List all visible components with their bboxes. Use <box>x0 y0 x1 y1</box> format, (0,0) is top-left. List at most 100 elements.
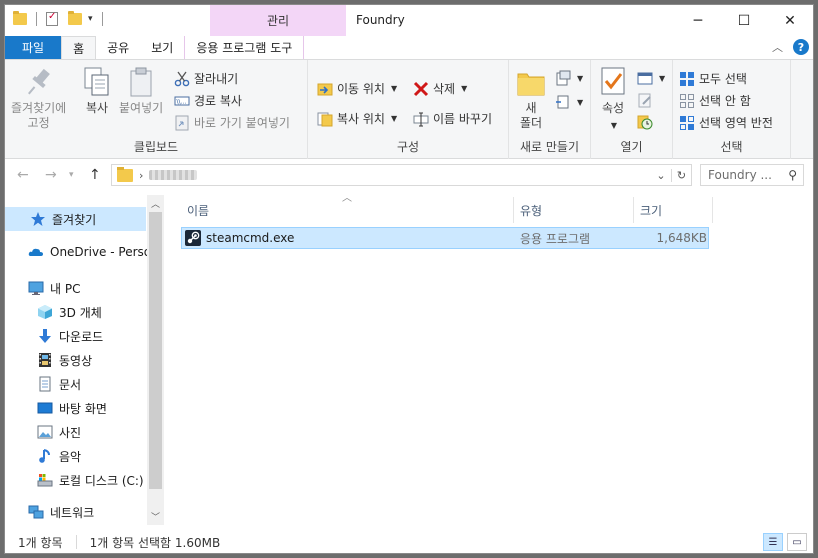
column-header-type[interactable]: 유형 <box>514 197 634 223</box>
nav-label: 동영상 <box>59 353 93 368</box>
nav-item-downloads[interactable]: 다운로드 <box>5 324 103 348</box>
scroll-down-icon[interactable]: ﹀ <box>147 508 164 525</box>
minimize-button[interactable]: ─ <box>675 5 721 36</box>
manage-tab-header: 관리 <box>210 5 346 36</box>
open-dropdown-icon: ▼ <box>659 73 666 83</box>
paste-shortcut-button[interactable]: 바로 가기 붙여넣기 <box>174 114 290 131</box>
pin-to-quick-access-button[interactable]: 즐겨찾기에 고정 <box>11 66 66 131</box>
copy-to-icon <box>317 111 333 127</box>
details-view-icon[interactable]: ☰ <box>763 533 783 551</box>
select-none-button[interactable]: 선택 안 함 <box>679 92 751 109</box>
properties-button[interactable]: 속성 ▼ <box>597 66 629 133</box>
tab-application-tools[interactable]: 응용 프로그램 도구 <box>184 36 305 59</box>
tab-share[interactable]: 공유 <box>96 36 140 59</box>
move-to-dropdown-icon: ▼ <box>390 84 398 93</box>
table-row[interactable]: steamcmd.exe 응용 프로그램 1,648KB <box>181 227 709 249</box>
nav-item-documents[interactable]: 문서 <box>5 372 81 396</box>
open-window-icon <box>637 70 653 86</box>
nav-item-videos[interactable]: 동영상 <box>5 348 92 372</box>
column-header-size[interactable]: 크기 <box>634 197 713 223</box>
nav-item-3d-objects[interactable]: 3D 개체 <box>5 300 102 324</box>
maximize-button[interactable]: ☐ <box>721 5 767 36</box>
new-folder-icon <box>515 66 547 98</box>
nav-item-music[interactable]: 음악 <box>5 444 81 468</box>
easy-access-button[interactable]: ▼ <box>555 94 583 110</box>
nav-item-local-disk[interactable]: 로컬 디스크 (C:) <box>5 468 144 492</box>
search-icon[interactable]: ⚲ <box>788 168 797 182</box>
tab-view[interactable]: 보기 <box>140 36 184 59</box>
nav-item-desktop[interactable]: 바탕 화면 <box>5 396 107 420</box>
customize-qat-icon[interactable]: ▾ <box>88 14 93 24</box>
up-arrow-icon[interactable]: ↑ <box>89 167 101 183</box>
properties-dropdown-icon: ▼ <box>610 121 618 130</box>
download-arrow-icon <box>37 328 53 344</box>
column-header-name[interactable]: 이름 <box>181 197 514 223</box>
monitor-icon <box>28 280 44 296</box>
search-input[interactable]: Foundry ... ⚲ <box>700 164 804 186</box>
invert-selection-button[interactable]: 선택 영역 반전 <box>679 114 773 131</box>
caption-buttons: ─ ☐ ✕ <box>675 5 813 36</box>
file-size-cell: 1,648KB <box>656 231 707 245</box>
window-title: Foundry <box>356 13 405 27</box>
easy-access-icon <box>555 94 571 110</box>
copy-to-button[interactable]: 복사 위치 ▼ <box>317 110 397 127</box>
select-group-label: 선택 <box>720 140 743 154</box>
open-button[interactable]: ▼ <box>637 70 665 86</box>
nav-item-pictures[interactable]: 사진 <box>5 420 81 444</box>
recent-locations-icon[interactable]: ▾ <box>69 170 74 180</box>
close-button[interactable]: ✕ <box>767 5 813 36</box>
nav-item-onedrive[interactable]: OneDrive - Persor <box>5 240 156 264</box>
properties-icon[interactable] <box>46 11 58 26</box>
move-to-button[interactable]: 이동 위치 ▼ <box>317 80 397 97</box>
collapse-ribbon-icon[interactable]: ︿ <box>772 39 783 55</box>
large-icons-view-icon[interactable]: ▭ <box>787 533 807 551</box>
steam-icon <box>185 230 201 246</box>
new-item-button[interactable]: ▼ <box>555 70 583 86</box>
new-folder-button[interactable]: 새 폴더 <box>515 66 547 131</box>
address-dropdown-icon[interactable]: ⌄ <box>651 169 671 182</box>
properties-check-icon <box>597 66 629 98</box>
paste-label: 붙여넣기 <box>119 101 164 115</box>
back-arrow-icon[interactable]: ← <box>17 167 29 183</box>
scroll-up-icon[interactable]: ︿ <box>147 195 164 212</box>
nav-item-network[interactable]: 네트워크 <box>5 500 94 524</box>
copy-path-button[interactable]: \\... 경로 복사 <box>174 92 242 109</box>
edit-button[interactable] <box>637 92 653 108</box>
paste-button[interactable]: 붙여넣기 <box>119 66 163 116</box>
music-note-icon <box>37 448 53 464</box>
select-all-button[interactable]: 모두 선택 <box>679 70 747 87</box>
rename-button[interactable]: 이름 바꾸기 <box>413 110 492 127</box>
nav-item-quick-access[interactable]: 즐겨찾기 <box>5 207 146 231</box>
properties-label: 속성 <box>601 101 625 115</box>
view-toggle: ☰ ▭ <box>763 533 807 551</box>
edit-icon <box>637 92 653 108</box>
new-folder-icon[interactable] <box>68 11 82 25</box>
history-button[interactable] <box>637 114 653 130</box>
scroll-thumb[interactable] <box>149 212 162 489</box>
nav-scrollbar[interactable]: ︿ ﹀ <box>147 195 164 525</box>
nav-item-this-pc[interactable]: 내 PC <box>5 276 80 300</box>
desktop-icon <box>37 400 53 416</box>
paste-shortcut-label: 바로 가기 붙여넣기 <box>194 116 290 130</box>
select-none-label: 선택 안 함 <box>699 94 751 108</box>
breadcrumb-path[interactable] <box>149 170 198 180</box>
tab-file[interactable]: 파일 <box>5 36 62 59</box>
move-to-icon <box>317 81 333 97</box>
organize-group: 이동 위치 ▼ 복사 위치 ▼ 삭제 ▼ 이름 바꾸기 구성 <box>308 60 509 159</box>
new-item-dropdown-icon: ▼ <box>577 73 584 83</box>
help-icon[interactable]: ? <box>793 39 809 55</box>
ribbon-right-controls: ︿ ? <box>772 39 809 55</box>
address-bar[interactable]: › ⌄ ↻ <box>111 164 692 186</box>
clipboard-icon <box>125 66 157 98</box>
cut-button[interactable]: 잘라내기 <box>174 70 238 87</box>
cloud-icon <box>28 244 44 260</box>
copy-icon <box>81 66 113 98</box>
refresh-icon[interactable]: ↻ <box>671 168 691 182</box>
pin-label-1: 즐겨찾기에 <box>11 101 67 115</box>
address-bar-controls: ⌄ ↻ <box>651 165 691 185</box>
tab-home[interactable]: 홈 <box>61 36 97 59</box>
delete-button[interactable]: 삭제 ▼ <box>413 80 467 97</box>
delete-dropdown-icon: ▼ <box>461 84 468 93</box>
forward-arrow-icon[interactable]: → <box>45 167 57 183</box>
copy-button[interactable]: 복사 <box>81 66 113 116</box>
